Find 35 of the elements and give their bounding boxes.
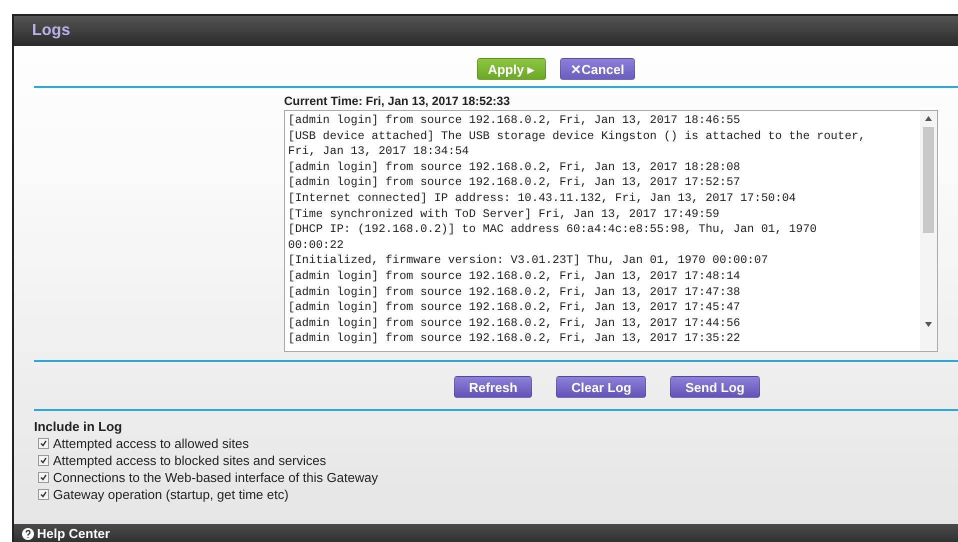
log-line: [admin login] from source 192.168.0.2, Fri, Jan 13, 2017 17:47:38: [288, 284, 742, 300]
log-action-button[interactable]: Clear Log: [556, 376, 646, 398]
log-line: [admin login] from source 192.168.0.2, Fri, Jan 13, 2017 18:46:55: [288, 113, 742, 129]
checkbox[interactable]: [38, 438, 49, 449]
log-line: [Time synchronized with ToD Server] Fri, Jan 13, 2017 17:49:59: [288, 206, 720, 222]
log-textarea[interactable]: [284, 110, 938, 352]
checkbox-label: Attempted access to allowed sites: [53, 436, 249, 451]
checkbox-label: Connections to the Web-based interface of this Gateway: [53, 470, 378, 485]
checkbox-label: Attempted access to blocked sites and services: [53, 453, 326, 468]
current-time: Current Time: Fri, Jan 13, 2017 18:52:33: [284, 94, 511, 108]
page-title: Logs: [32, 22, 70, 40]
checkbox[interactable]: [38, 455, 49, 466]
section-title: Include in Log: [34, 419, 124, 434]
help-icon: [22, 528, 34, 540]
apply-button[interactable]: Apply ▸: [476, 58, 546, 80]
log-line: [admin login] from source 192.168.0.2, Fri, Jan 13, 2017 17:52:57: [288, 175, 742, 191]
log-line: [admin login] from source 192.168.0.2, Fri, Jan 13, 2017 17:48:14: [288, 268, 742, 285]
log-line: [admin login] from source 192.168.0.2, Fri, Jan 13, 2017 17:35:22: [288, 331, 742, 347]
checkbox-label: Gateway operation (startup, get time etc): [53, 487, 289, 502]
log-action-button[interactable]: Refresh: [454, 376, 532, 398]
log-line: [admin login] from source 192.168.0.2, Fri, Jan 13, 2017 17:44:56: [288, 316, 742, 332]
log-action-button[interactable]: Send Log: [670, 376, 760, 398]
log-line: [Initialized, firmware version: V3.01.23T] Thu, Jan 01, 1970 00:00:07: [288, 253, 770, 269]
log-line: [admin login] from source 192.168.0.2, Fri, Jan 13, 2017 18:28:08: [288, 160, 742, 176]
scrollbar[interactable]: [920, 111, 937, 351]
log-line: Fri, Jan 13, 2017 18:34:54: [288, 144, 470, 160]
log-line: 00:00:22: [288, 238, 345, 254]
checkbox[interactable]: [38, 472, 49, 483]
log-line: [Internet connected] IP address: 10.43.11.132, Fri, Jan 13, 2017 17:50:04: [288, 190, 797, 207]
log-line: [admin login] from source 192.168.0.2, Fri, Jan 13, 2017 17:45:47: [288, 300, 742, 316]
help-center-link[interactable]: Help Center: [22, 527, 110, 541]
cancel-button[interactable]: ✕Cancel: [560, 58, 636, 80]
checkbox[interactable]: [38, 489, 49, 500]
log-line: [USB device attached] The USB storage device Kingston () is attached to the router,: [288, 128, 866, 144]
log-line: [DHCP IP: (192.168.0.2)] to MAC address 60:a4:4c:e8:55:98, Thu, Jan 01, 1970: [288, 222, 818, 238]
